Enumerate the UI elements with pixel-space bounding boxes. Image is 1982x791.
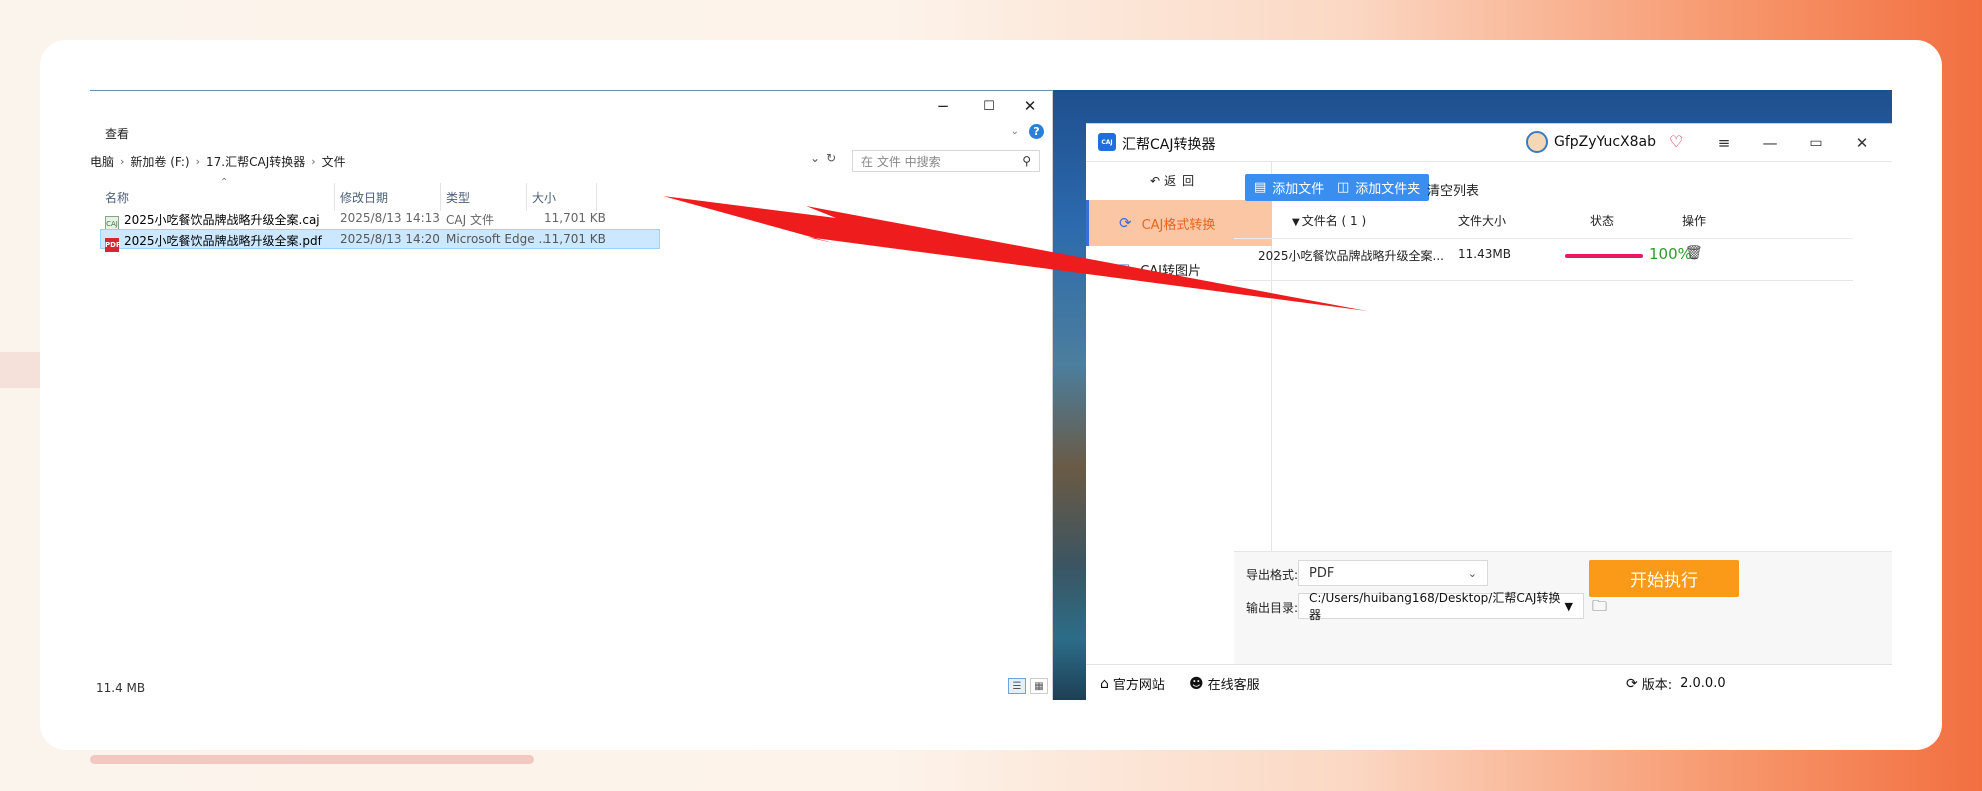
chevron-down-icon: ⌄ [1467, 566, 1477, 580]
nav-item-caj-format-convert[interactable]: ⟳ CAJ格式转换 [1086, 200, 1272, 246]
footer: ⌂ 官方网站 ☻ 在线客服 ⟳ 版本: 2.0.0.0 [1086, 664, 1892, 700]
column-header-size[interactable]: 大小 [527, 183, 597, 211]
pdf-file-icon: PDF [105, 238, 121, 252]
file-type-cell: Microsoft Edge ... [446, 232, 550, 246]
caj-file-icon: CAJ [105, 216, 119, 230]
file-name-cell: CAJ 2025小吃餐饮品牌战略升级全案.caj [105, 213, 320, 230]
menu-view[interactable]: 查看 [105, 125, 129, 142]
breadcrumb-item[interactable]: 文件 [316, 153, 352, 170]
clear-list-button[interactable]: 清空列表 [1427, 180, 1479, 199]
column-header-status: 状态 [1590, 214, 1615, 228]
chevron-down-icon[interactable]: ⌄ [810, 151, 820, 165]
file-row-selected[interactable]: PDF 2025小吃餐饮品牌战略升级全案.pdf 2025/8/13 14:20 … [100, 229, 660, 252]
support-agent-icon: ☻ [1189, 675, 1204, 692]
divider [1234, 280, 1853, 281]
progress-bar [1565, 254, 1643, 258]
online-support-link[interactable]: ☻ 在线客服 [1189, 674, 1260, 694]
large-icons-view-icon[interactable]: ▦ [1030, 678, 1048, 694]
start-button[interactable]: 开始执行 [1589, 560, 1739, 597]
column-header-filename[interactable]: ▼ 文件名 ( 1 ) [1292, 212, 1366, 229]
version-info[interactable]: ⟳ 版本: 2.0.0.0 [1626, 674, 1726, 694]
avatar[interactable] [1526, 131, 1548, 153]
export-format-select[interactable]: PDF ⌄ [1298, 560, 1488, 586]
column-header-action: 操作 [1682, 214, 1707, 228]
column-header-date[interactable]: 修改日期 [335, 183, 441, 211]
username[interactable]: GfpZyYucX8ab [1554, 134, 1656, 150]
minimize-button[interactable]: — [1756, 130, 1784, 156]
sort-down-icon: ▼ [1292, 217, 1300, 228]
title-bar: CAJ 汇帮CAJ转换器 GfpZyYucX8ab ♡ ≡ — ▭ ✕ [1086, 124, 1892, 162]
image-doc-icon: ▤ [1116, 260, 1131, 278]
column-header-name[interactable]: 名称 [100, 183, 335, 211]
back-button[interactable]: ↶ 返回 [1150, 172, 1200, 189]
breadcrumb-item[interactable]: 新加卷 (F:) [124, 153, 195, 170]
file-date-cell: 2025/8/13 14:13 [340, 211, 440, 225]
file-type-cell: CAJ 文件 [446, 213, 494, 227]
file-size-cell: 11,701 KB [544, 211, 606, 225]
minimize-button[interactable]: − [920, 91, 966, 121]
close-button[interactable]: ✕ [1848, 130, 1876, 156]
nav-item-caj-to-image[interactable]: ▤ CAJ转图片 [1086, 246, 1272, 292]
refresh-icon[interactable]: ↻ [826, 151, 836, 165]
ribbon-controls: ⌄ ? [1011, 124, 1044, 139]
progress-fill [1565, 254, 1643, 258]
export-format-label: 导出格式: [1246, 568, 1299, 582]
caret-down-icon: ▼ [1564, 599, 1573, 613]
add-file-icon: ▤ [1254, 180, 1267, 195]
convert-icon: ⟳ [1119, 214, 1132, 232]
update-icon: ⟳ [1626, 675, 1638, 692]
home-icon: ⌂ [1100, 675, 1109, 692]
address-actions: ⌄ ↻ [810, 151, 836, 165]
divider [1234, 238, 1853, 239]
add-folder-icon: ◫ [1337, 180, 1350, 195]
trash-icon[interactable]: 🗑 [1685, 245, 1703, 261]
row-filename: 2025小吃餐饮品牌战略升级全案... [1258, 249, 1444, 263]
official-website-link[interactable]: ⌂ 官方网站 [1100, 674, 1165, 694]
close-button[interactable]: ✕ [1007, 91, 1053, 121]
add-folder-button[interactable]: ◫ 添加文件夹 [1328, 174, 1430, 201]
maximize-button[interactable]: ▭ [1802, 130, 1830, 156]
caj-converter-window: CAJ 汇帮CAJ转换器 GfpZyYucX8ab ♡ ≡ — ▭ ✕ ↶ 返回 … [1086, 123, 1892, 700]
file-explorer-window: − ☐ ✕ 查看 ⌄ ? 电脑 › 新加卷 (F:) › 17.汇帮CAJ转换器… [90, 90, 1053, 700]
back-arrow-icon: ↶ [1150, 174, 1161, 188]
file-name-cell: PDF 2025小吃餐饮品牌战略升级全案.pdf [105, 232, 322, 252]
folder-open-icon[interactable]: 🗀 [1592, 596, 1607, 621]
details-view-icon[interactable]: ☰ [1008, 678, 1026, 694]
background-decoration [0, 352, 40, 388]
column-header-filesize: 文件大小 [1458, 214, 1507, 228]
view-switcher: ☰ ▦ [1008, 678, 1048, 694]
file-date-cell: 2025/8/13 14:20 [340, 232, 440, 246]
ribbon-expand-icon[interactable]: ⌄ [1011, 126, 1019, 137]
app-title: 汇帮CAJ转换器 [1122, 137, 1216, 153]
breadcrumb-item[interactable]: 17.汇帮CAJ转换器 [200, 153, 311, 170]
background-decoration [90, 755, 534, 764]
maximize-button[interactable]: ☐ [966, 91, 1012, 121]
address-bar[interactable]: 电脑 › 新加卷 (F:) › 17.汇帮CAJ转换器 › 文件 [90, 150, 850, 172]
search-icon: ⚲ [1022, 154, 1031, 168]
output-dir-select[interactable]: C:/Users/huibang168/Desktop/汇帮CAJ转换器 ▼ [1298, 591, 1584, 622]
vip-heart-icon[interactable]: ♡ [1669, 132, 1683, 151]
help-icon[interactable]: ? [1029, 124, 1044, 139]
app-logo-icon: CAJ [1098, 133, 1116, 151]
status-bar-size: 11.4 MB [96, 681, 146, 695]
file-row[interactable]: CAJ 2025小吃餐饮品牌战略升级全案.caj 2025/8/13 14:13 … [100, 209, 660, 230]
output-dir-label: 输出目录: [1246, 601, 1299, 615]
column-header-type[interactable]: 类型 [441, 183, 527, 211]
add-file-button[interactable]: ▤ 添加文件 [1245, 174, 1334, 201]
breadcrumb-item[interactable]: 电脑 [90, 153, 120, 170]
screenshot-area: − ☐ ✕ 查看 ⌄ ? 电脑 › 新加卷 (F:) › 17.汇帮CAJ转换器… [90, 90, 1892, 700]
row-filesize: 11.43MB [1458, 247, 1511, 261]
file-size-cell: 11,701 KB [544, 232, 606, 246]
search-placeholder: 在 文件 中搜索 [861, 154, 941, 169]
menu-icon[interactable]: ≡ [1710, 130, 1738, 156]
search-input[interactable]: 在 文件 中搜索 ⚲ [852, 150, 1040, 172]
